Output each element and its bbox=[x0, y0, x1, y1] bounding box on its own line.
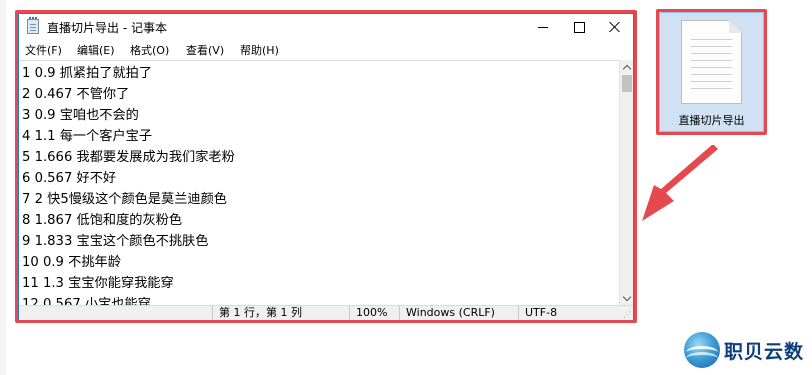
text-line: 7 2 快5慢级这个颜色是莫兰迪颜色 bbox=[22, 192, 227, 207]
close-button[interactable] bbox=[597, 14, 633, 40]
status-zoom: 100% bbox=[349, 306, 393, 320]
status-encoding: UTF-8 bbox=[518, 306, 620, 320]
notepad-window[interactable]: 直播切片导出 - 记事本 文件(F) 编辑(E) 格式(O) 查看(V) 帮助(… bbox=[18, 13, 634, 320]
minimize-button[interactable] bbox=[525, 14, 561, 40]
title-bar[interactable]: 直播切片导出 - 记事本 bbox=[19, 14, 633, 40]
brand-name: 职贝云数 bbox=[724, 341, 805, 363]
status-bar: 第 1 行，第 1 列 100% Windows (CRLF) UTF-8 ⋰ bbox=[19, 305, 633, 320]
text-line: 3 0.9 宝咱也不会的 bbox=[22, 108, 139, 123]
chevron-down-icon bbox=[622, 292, 632, 301]
notepad-icon bbox=[27, 17, 39, 34]
globe-icon bbox=[684, 332, 720, 368]
pointer-arrow-icon bbox=[642, 145, 718, 221]
text-editor[interactable]: 1 0.9 抓紧拍了就拍了 2 0.467 不管你了 3 0.9 宝咱也不会的 … bbox=[19, 60, 619, 306]
text-line: 6 0.567 好不好 bbox=[22, 171, 117, 186]
text-line: 8 1.867 低饱和度的灰粉色 bbox=[22, 213, 183, 228]
menu-view[interactable]: 查看(V) bbox=[186, 42, 224, 58]
status-line-ending: Windows (CRLF) bbox=[399, 306, 511, 320]
scroll-up-button[interactable] bbox=[620, 60, 634, 74]
menu-format[interactable]: 格式(O) bbox=[130, 42, 169, 58]
minimize-icon bbox=[538, 26, 548, 28]
maximize-button[interactable] bbox=[561, 14, 597, 40]
page-fold bbox=[729, 20, 742, 33]
menu-edit[interactable]: 编辑(E) bbox=[77, 42, 115, 58]
vertical-scrollbar[interactable] bbox=[619, 60, 633, 305]
menu-help[interactable]: 帮助(H) bbox=[240, 42, 279, 58]
desktop-edge bbox=[0, 0, 6, 375]
maximize-icon bbox=[573, 21, 585, 33]
close-icon bbox=[609, 21, 621, 33]
document-icon bbox=[681, 20, 742, 104]
file-name-label: 直播切片导出 bbox=[678, 114, 745, 127]
status-cursor-position: 第 1 行，第 1 列 bbox=[212, 306, 342, 320]
text-line: 1 0.9 抓紧拍了就拍了 bbox=[22, 66, 153, 81]
scroll-thumb[interactable] bbox=[622, 75, 632, 92]
resize-grip-icon[interactable]: ⋰ bbox=[623, 311, 631, 319]
text-line: 2 0.467 不管你了 bbox=[22, 87, 130, 102]
text-line: 4 1.1 每一个客户宝子 bbox=[22, 129, 153, 144]
brand-logo: 职贝云数 bbox=[680, 331, 810, 371]
chevron-up-icon bbox=[622, 64, 632, 73]
text-line: 5 1.666 我都要发展成为我们家老粉 bbox=[22, 150, 235, 165]
menu-bar: 文件(F) 编辑(E) 格式(O) 查看(V) 帮助(H) bbox=[19, 40, 633, 58]
text-line: 11 1.3 宝宝你能穿我能穿 bbox=[22, 276, 174, 291]
menu-file[interactable]: 文件(F) bbox=[25, 42, 62, 58]
text-line: 10 0.9 不挑年龄 bbox=[22, 255, 121, 270]
desktop-file-icon[interactable]: 直播切片导出 bbox=[659, 12, 764, 132]
text-line: 9 1.833 宝宝这个颜色不挑肤色 bbox=[22, 234, 209, 249]
scroll-down-button[interactable] bbox=[620, 291, 634, 305]
window-title: 直播切片导出 - 记事本 bbox=[47, 21, 167, 35]
